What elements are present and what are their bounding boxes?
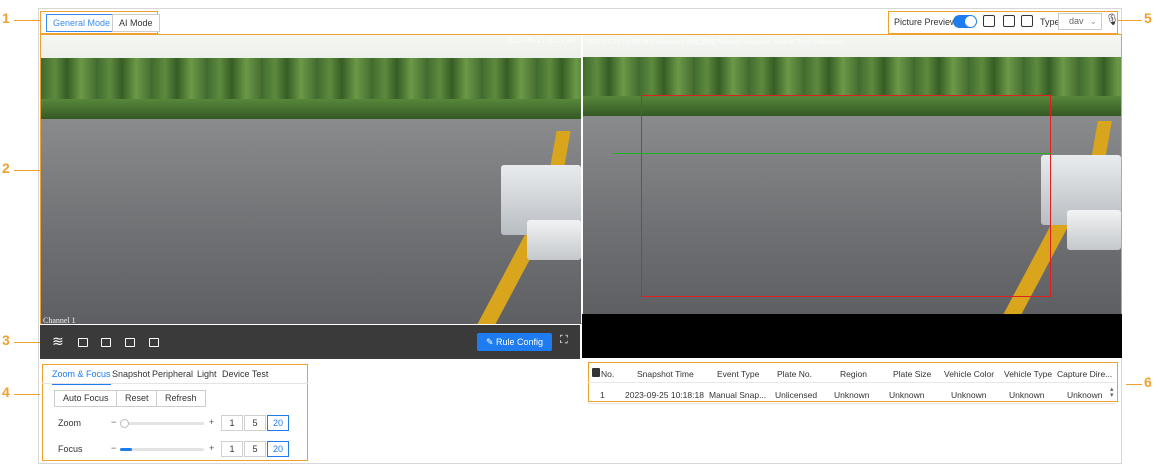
trigger-line bbox=[613, 153, 1051, 154]
snapshot-settings-icon[interactable] bbox=[983, 15, 995, 27]
callout-4: 4 bbox=[2, 384, 10, 400]
zoom-slider-handle[interactable] bbox=[120, 419, 129, 428]
callout-6: 6 bbox=[1144, 374, 1152, 390]
chevron-down-icon: ⌄ bbox=[1089, 16, 1097, 26]
rule-config-button[interactable]: ✎ Rule Config bbox=[477, 333, 552, 351]
general-mode-button[interactable]: General Mode bbox=[46, 14, 118, 32]
zoom-step-1[interactable]: 1 bbox=[221, 415, 243, 431]
zoom-step-5[interactable]: 5 bbox=[244, 415, 266, 431]
picture-preview-label: Picture Preview bbox=[894, 17, 957, 27]
callout-5: 5 bbox=[1144, 10, 1152, 26]
fullscreen-icon[interactable]: ⛶ bbox=[560, 334, 568, 347]
callout-1-line bbox=[14, 20, 40, 21]
table-cell-capture-direction: Unknown bbox=[1067, 390, 1103, 400]
table-cell-no: 1 bbox=[600, 390, 605, 400]
tab-divider bbox=[42, 383, 308, 384]
zoom-out-icon[interactable] bbox=[149, 338, 159, 347]
zoom-label: Zoom bbox=[58, 418, 82, 428]
table-header-region: Region bbox=[840, 369, 867, 379]
table-header-event-type: Event Type bbox=[717, 369, 760, 379]
rule-config-label: Rule Config bbox=[496, 337, 544, 347]
focus-label: Focus bbox=[58, 444, 83, 454]
live-video-left[interactable]: 2023-09-25 10:11:49 Channel 1 bbox=[41, 35, 581, 324]
callout-5-line bbox=[1118, 20, 1142, 21]
tab-device-test[interactable]: Device Test bbox=[222, 369, 268, 379]
callout-2-line bbox=[14, 170, 40, 171]
snapshot-overlay-text: 2023-09-25 10:18:18 Unlicensed 浙安微位 Manu… bbox=[585, 37, 843, 46]
reset-button[interactable]: Reset bbox=[116, 390, 158, 407]
left-timestamp: 2023-09-25 10:11:49 bbox=[507, 36, 575, 45]
type-select-value: dav bbox=[1069, 16, 1084, 26]
focus-minus-button[interactable]: − bbox=[111, 443, 116, 453]
focus-step-5[interactable]: 5 bbox=[244, 441, 266, 457]
fit-window-icon[interactable] bbox=[101, 338, 111, 347]
video-toolbar: ≋ ✎ Rule Config ⛶ bbox=[40, 325, 580, 359]
scroll-arrows-icon[interactable]: ▴ ▾ bbox=[1110, 386, 1114, 399]
record-icon[interactable] bbox=[1021, 15, 1033, 27]
stream-settings-icon[interactable]: ≋ bbox=[52, 333, 64, 350]
callout-4-line bbox=[14, 394, 40, 395]
table-header-vehicle-type: Vehicle Type bbox=[1004, 369, 1053, 379]
table-header-no: No. bbox=[601, 369, 615, 379]
zoom-minus-button[interactable]: − bbox=[111, 417, 116, 427]
pencil-icon: ✎ bbox=[485, 337, 496, 347]
table-header-capture-direction: Capture Dire... bbox=[1057, 369, 1113, 379]
table-cell-event-type: Manual Snap... bbox=[709, 390, 767, 400]
table-header-plate-no: Plate No. bbox=[777, 369, 812, 379]
snapshot-camera-head bbox=[1067, 210, 1121, 250]
focus-slider[interactable] bbox=[120, 448, 204, 451]
table-cell-snapshot-time: 2023-09-25 10:18:18 bbox=[625, 390, 704, 400]
detection-region-box bbox=[641, 95, 1051, 297]
video-camera-head bbox=[527, 220, 581, 260]
aspect-ratio-icon[interactable] bbox=[78, 338, 88, 347]
table-header-vehicle-color: Vehicle Color bbox=[944, 369, 995, 379]
focus-step-20[interactable]: 20 bbox=[267, 441, 289, 457]
callout-6-line bbox=[1126, 384, 1142, 385]
tab-peripheral[interactable]: Peripheral bbox=[152, 369, 193, 379]
table-header-divider bbox=[588, 382, 1116, 383]
table-cell-vehicle-type: Unknown bbox=[1009, 390, 1045, 400]
focus-step-1[interactable]: 1 bbox=[221, 441, 243, 457]
table-cell-plate-size: Unknown bbox=[889, 390, 925, 400]
table-cell-plate-no: Unlicensed bbox=[775, 390, 818, 400]
picture-preview-toggle[interactable] bbox=[953, 15, 977, 28]
ai-mode-button[interactable]: AI Mode bbox=[112, 14, 160, 32]
tab-light[interactable]: Light bbox=[197, 369, 217, 379]
focus-plus-button[interactable]: + bbox=[209, 443, 214, 453]
callout-3-line bbox=[14, 342, 40, 343]
zoom-step-20[interactable]: 20 bbox=[267, 415, 289, 431]
zoom-slider[interactable] bbox=[120, 419, 204, 428]
delete-icon[interactable] bbox=[592, 368, 600, 377]
table-row-divider bbox=[588, 403, 1116, 404]
table-header-plate-size: Plate Size bbox=[893, 369, 932, 379]
callout-2: 2 bbox=[2, 160, 10, 176]
callout-3: 3 bbox=[2, 332, 10, 348]
focus-slider-fill bbox=[120, 448, 132, 451]
snapshot-black-strip bbox=[582, 314, 1122, 358]
table-header-snapshot-time: Snapshot Time bbox=[637, 369, 694, 379]
type-label: Type bbox=[1040, 17, 1060, 27]
channel-label: Channel 1 bbox=[43, 316, 76, 324]
capture-icon[interactable] bbox=[1003, 15, 1015, 27]
auto-focus-button[interactable]: Auto Focus bbox=[54, 390, 118, 407]
refresh-button[interactable]: Refresh bbox=[156, 390, 206, 407]
table-cell-region: Unknown bbox=[834, 390, 870, 400]
snapshot-image-right[interactable]: 2023-09-25 10:18:18 Unlicensed 浙安微位 Manu… bbox=[583, 35, 1121, 314]
zoom-in-icon[interactable] bbox=[125, 338, 135, 347]
tab-snapshot[interactable]: Snapshot bbox=[112, 369, 150, 379]
type-select[interactable]: dav ⌄ bbox=[1058, 13, 1102, 30]
table-cell-vehicle-color: Unknown bbox=[951, 390, 987, 400]
microphone-icon[interactable]: 🎙 bbox=[1105, 13, 1119, 26]
callout-1: 1 bbox=[2, 10, 10, 26]
zoom-plus-button[interactable]: + bbox=[209, 417, 214, 427]
